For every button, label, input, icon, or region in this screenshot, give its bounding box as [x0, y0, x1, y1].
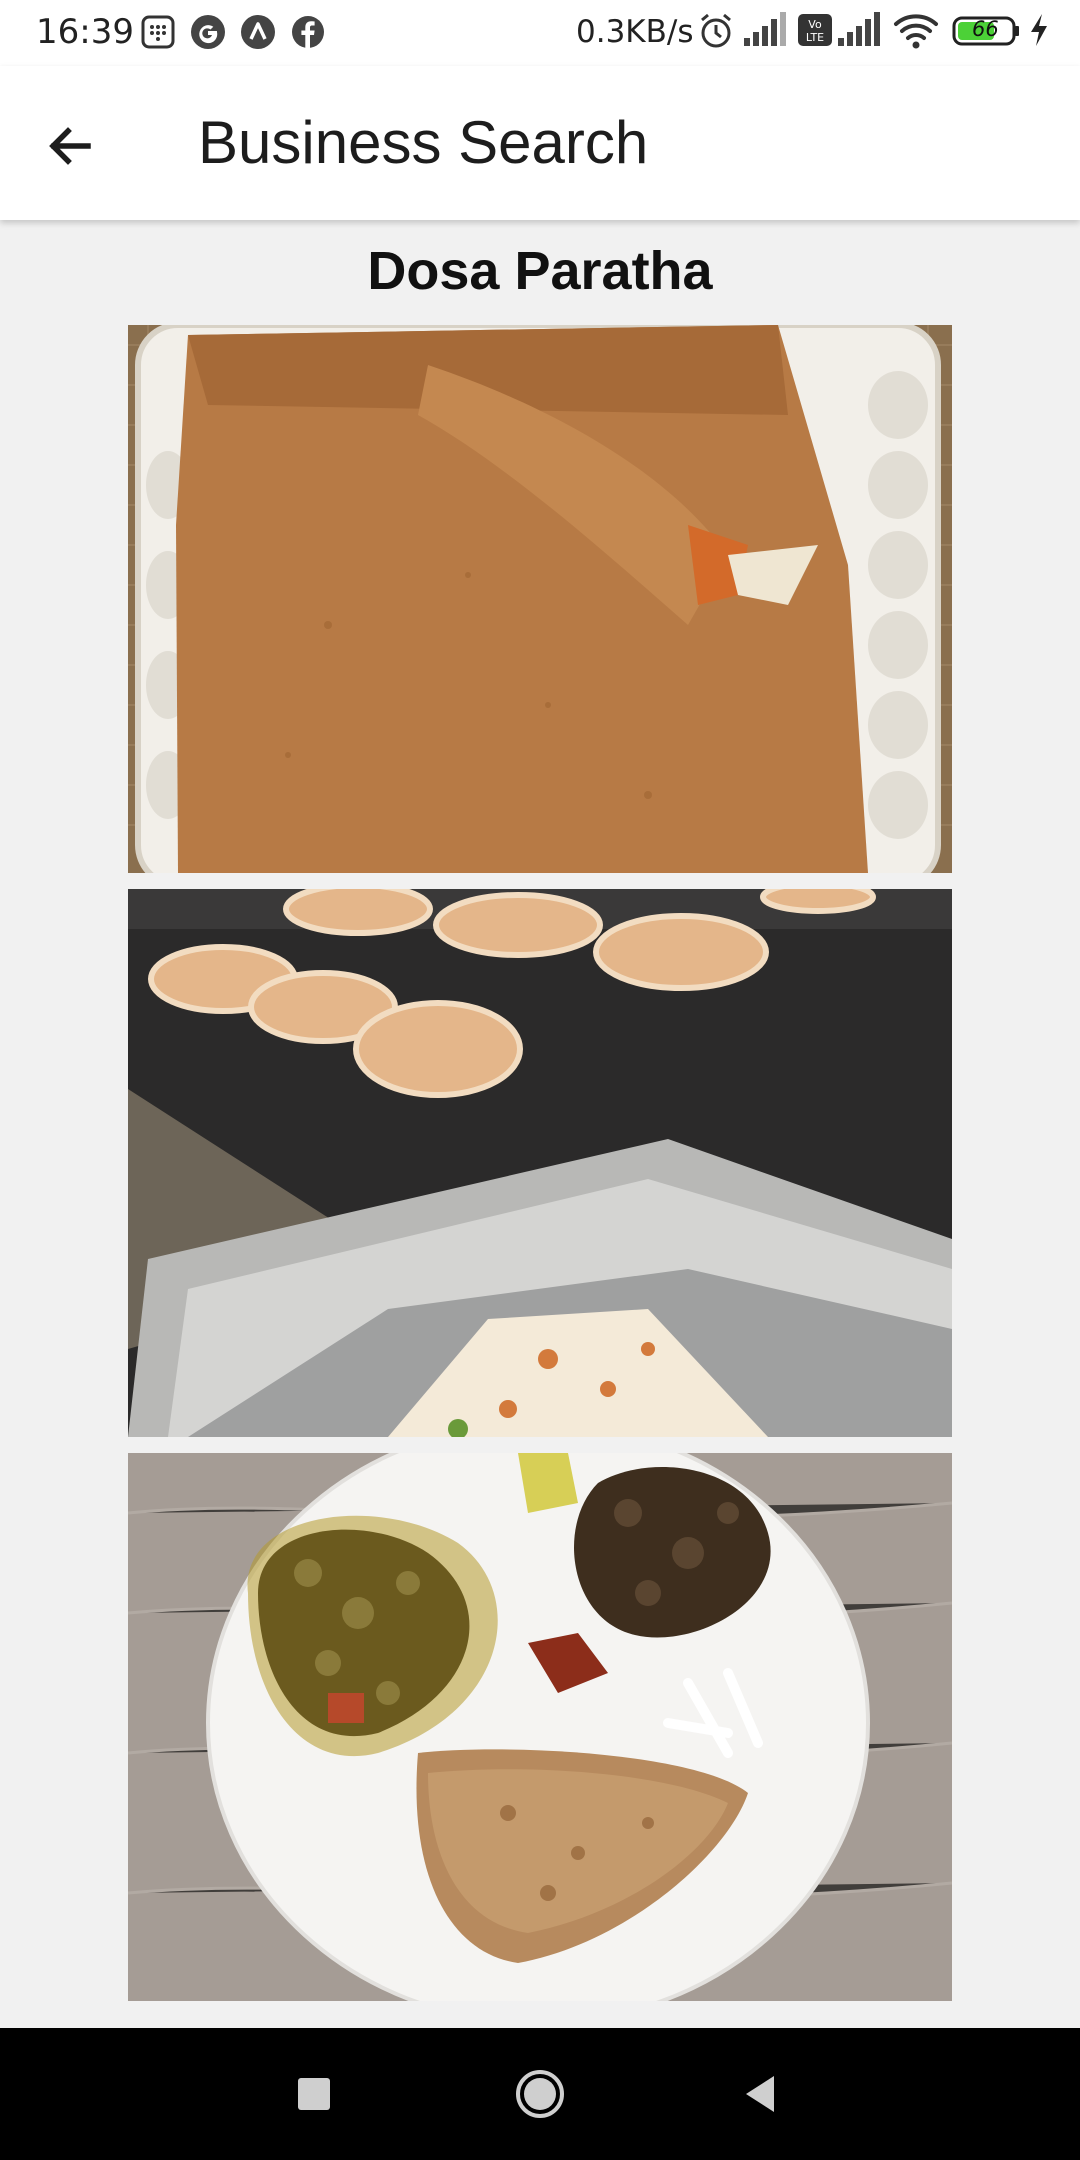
app-bar: Business Search: [0, 66, 1080, 220]
back-nav-button[interactable]: [742, 2074, 778, 2119]
recent-apps-button[interactable]: [296, 2076, 332, 2117]
triangle-back-icon: [746, 2076, 774, 2112]
page-title: Business Search: [198, 109, 649, 176]
status-bar: 16:39 0.3KB/s Vo LTE 66: [0, 0, 1080, 66]
griddle-image: [128, 889, 952, 1437]
paratha-plate-image: [128, 1453, 952, 2001]
network-speed: 0.3KB/s: [576, 14, 694, 50]
wifi-icon: [892, 12, 940, 55]
status-time: 16:39: [36, 12, 134, 52]
home-button[interactable]: [514, 2068, 566, 2125]
facebook-icon: [290, 14, 326, 50]
signal-icon: [838, 12, 880, 53]
business-photo-1[interactable]: [128, 325, 952, 873]
google-icon: [190, 14, 226, 50]
svg-text:LTE: LTE: [806, 31, 824, 44]
svg-text:Vo: Vo: [808, 18, 822, 31]
charging-icon: [1028, 12, 1050, 53]
business-photo-3[interactable]: [128, 1453, 952, 2001]
square-icon: [298, 2078, 330, 2110]
back-button[interactable]: [36, 111, 106, 181]
business-name: Dosa Paratha: [367, 241, 713, 301]
volte-icon: Vo LTE: [798, 12, 832, 53]
calendar-icon: [140, 14, 176, 50]
arrow-up-icon: [240, 14, 276, 50]
alarm-icon: [698, 12, 734, 55]
circle-home-icon: [516, 2070, 564, 2118]
dosa-tray-image: [128, 325, 952, 873]
battery-level: 66: [972, 17, 999, 41]
navigation-bar: [0, 2028, 1080, 2160]
arrow-left-icon: [49, 127, 91, 165]
business-photo-2[interactable]: [128, 889, 952, 1437]
signal-icon: [744, 12, 786, 53]
